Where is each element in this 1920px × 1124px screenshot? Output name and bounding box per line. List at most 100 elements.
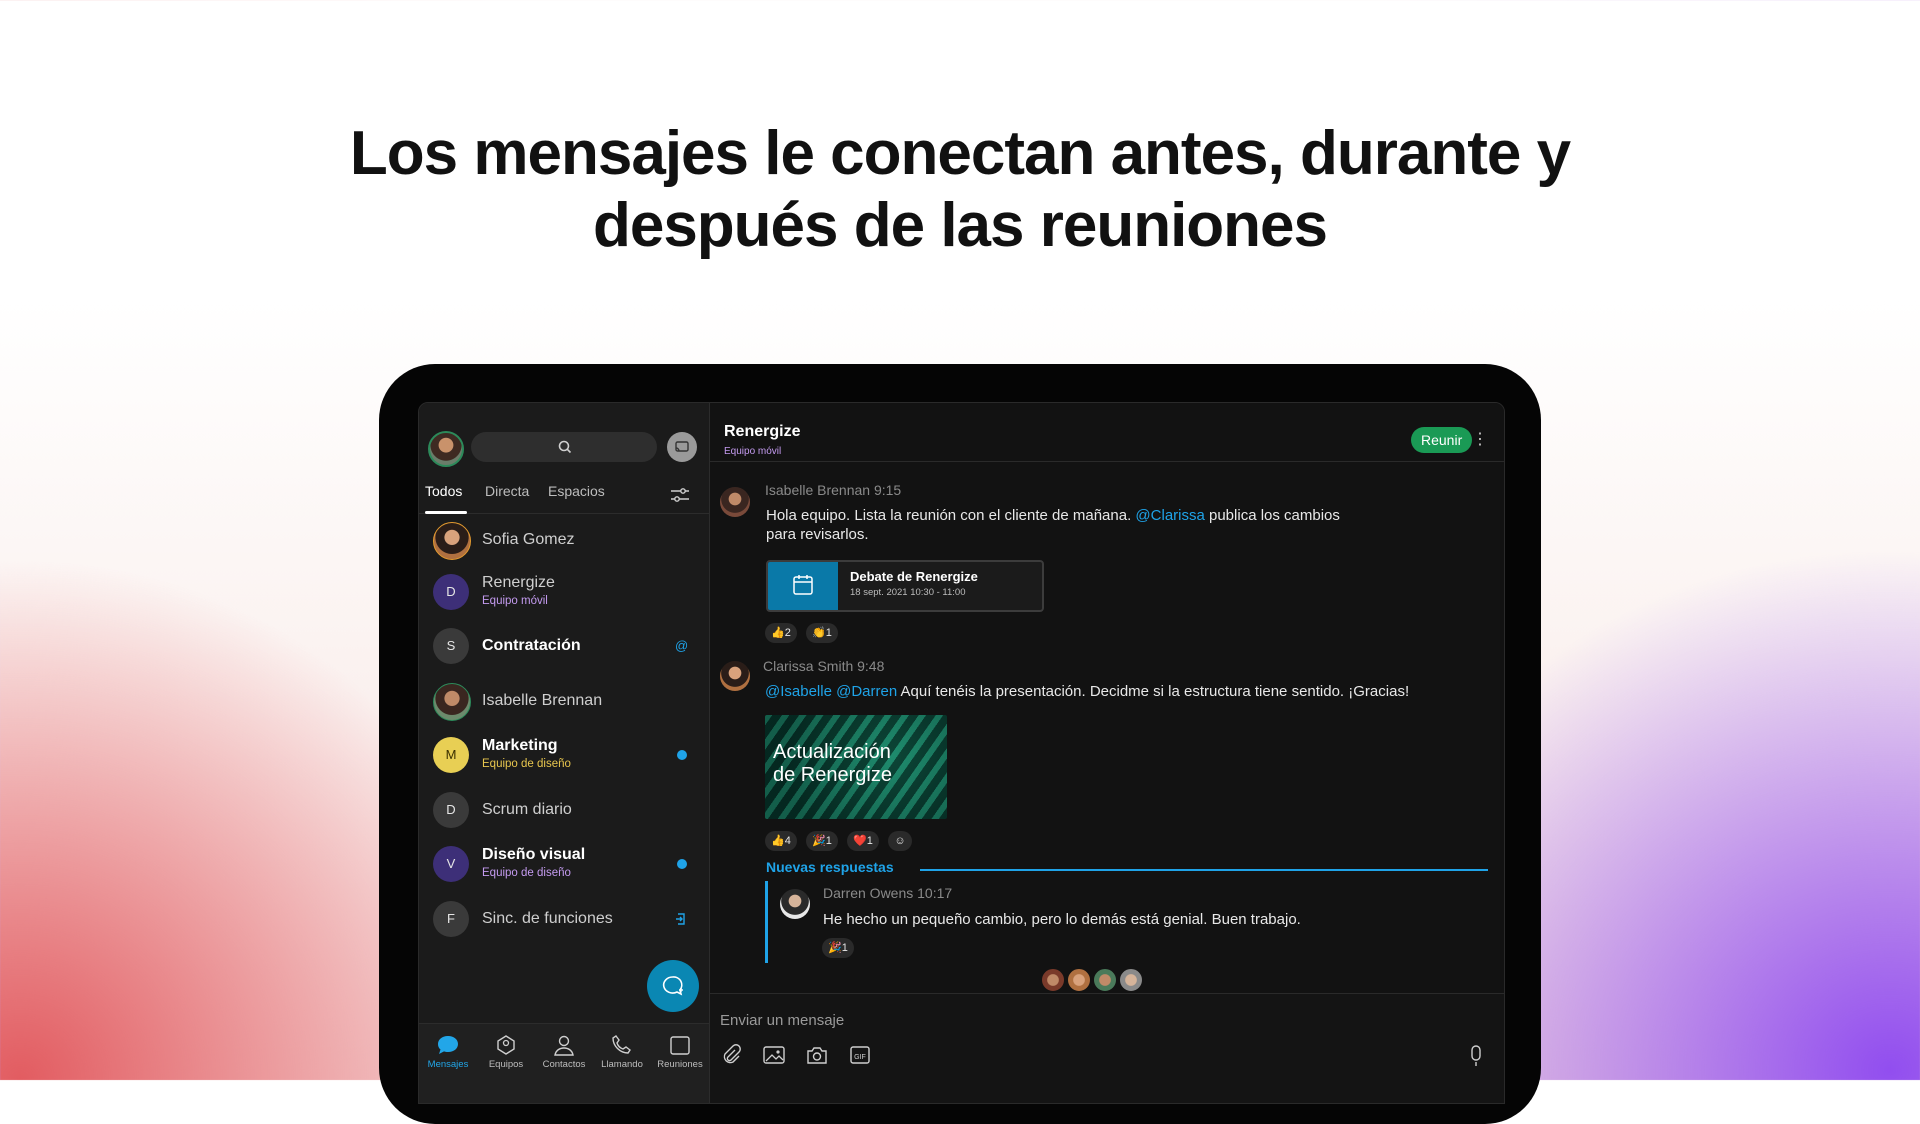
presentation-title-line: Actualización: [773, 741, 891, 763]
avatar: [433, 522, 471, 560]
space-item-scrum-diario[interactable]: D Scrum diario: [419, 784, 709, 836]
nav-reuniones[interactable]: Reuniones: [651, 1034, 709, 1070]
space-item-renergize[interactable]: D Renergize Equipo móvil: [419, 566, 709, 618]
search-field[interactable]: [471, 432, 657, 462]
avatar: D: [433, 574, 469, 610]
avatar: S: [433, 628, 469, 664]
message-text: Hola equipo. Lista la reunión con el cli…: [766, 506, 1406, 544]
space-name: Contratación: [482, 637, 581, 654]
add-reaction-icon[interactable]: ☺: [888, 831, 912, 851]
mention-link[interactable]: @Isabelle: [765, 683, 832, 700]
mention-link[interactable]: @Clarissa: [1135, 507, 1204, 524]
microphone-icon[interactable]: [1468, 1044, 1484, 1068]
filter-icon[interactable]: [669, 485, 691, 505]
read-receipt-avatar: [1067, 968, 1091, 992]
meeting-card-icon-area: [768, 562, 838, 610]
message-text-part: para revisarlos.: [766, 526, 869, 543]
message-text: @Isabelle @Darren Aquí tenéis la present…: [765, 682, 1409, 701]
meeting-card[interactable]: Debate de Renergize 18 sept. 2021 10:30 …: [766, 560, 1044, 612]
reaction-chip[interactable]: 👍2: [765, 623, 797, 643]
svg-text:GIF: GIF: [854, 1054, 866, 1061]
reaction-chip[interactable]: 👍4: [765, 831, 797, 851]
reaction-chip[interactable]: ❤️1: [847, 831, 879, 851]
meet-button[interactable]: Reunir: [1411, 427, 1473, 453]
read-receipt-avatar: [1119, 968, 1143, 992]
meeting-date: 18 sept. 2021 10:30 - 11:00: [850, 587, 966, 598]
presentation-title-line: de Renergize: [773, 764, 892, 786]
reaction-chip[interactable]: 🎉1: [822, 938, 854, 958]
avatar-isabelle[interactable]: [720, 487, 750, 517]
space-team: Equipo móvil: [724, 446, 782, 457]
nav-contactos[interactable]: Contactos: [535, 1034, 593, 1070]
mention-link[interactable]: @Darren: [836, 683, 897, 700]
more-options-icon[interactable]: ⋮: [1472, 429, 1488, 449]
avatar-clarissa[interactable]: [720, 661, 750, 691]
headline: Los mensajes le conectan antes, durante …: [0, 118, 1920, 262]
reaction-chip[interactable]: 👏1: [806, 623, 838, 643]
tab-directa[interactable]: Directa: [485, 483, 529, 499]
message-author-time: Isabelle Brennan 9:15: [765, 482, 902, 498]
space-team: Equipo de diseño: [482, 867, 571, 879]
search-icon: [558, 440, 572, 454]
nav-label: Equipos: [488, 1059, 524, 1070]
message-author-time: Darren Owens 10:17: [823, 885, 953, 901]
avatar: M: [433, 737, 469, 773]
cast-button[interactable]: [667, 432, 697, 462]
space-item-marketing[interactable]: M Marketing Equipo de diseño: [419, 729, 709, 781]
message-text-part: publica los cambios: [1204, 507, 1340, 524]
tab-espacios[interactable]: Espacios: [548, 483, 605, 499]
phone-icon: [612, 1035, 631, 1054]
new-chat-icon: [662, 976, 683, 996]
read-receipt-avatar: [1041, 968, 1065, 992]
read-receipt-avatar: [1093, 968, 1117, 992]
avatar: [433, 683, 471, 721]
reaction-chip[interactable]: 🎉1: [806, 831, 838, 851]
space-item-isabelle-brennan[interactable]: Isabelle Brennan: [419, 675, 709, 727]
space-name: Renergize: [482, 574, 555, 591]
nav-llamando[interactable]: Llamando: [593, 1034, 651, 1070]
avatar-darren[interactable]: [780, 889, 810, 919]
tab-todos[interactable]: Todos: [425, 483, 462, 499]
nav-label: Llamando: [601, 1059, 643, 1070]
nav-label: Reuniones: [657, 1059, 703, 1070]
avatar: D: [433, 792, 469, 828]
nav-label: Contactos: [542, 1059, 586, 1070]
space-name: Scrum diario: [482, 801, 572, 818]
headline-line-2: después de las reuniones: [592, 191, 1328, 260]
space-header: Renergize Equipo móvil Reunir ⋮: [710, 403, 1504, 462]
gif-icon[interactable]: GIF: [848, 1044, 872, 1066]
chat-bubble-icon: [438, 1036, 458, 1054]
message-text-part: Hola equipo. Lista la reunión con el cli…: [766, 507, 1136, 524]
space-team: Equipo móvil: [482, 595, 548, 607]
nav-label: Mensajes: [427, 1059, 469, 1070]
space-name: Sinc. de funciones: [482, 910, 613, 927]
conversation-panel: Renergize Equipo móvil Reunir ⋮ Isabelle…: [710, 403, 1504, 1103]
teams-icon: [497, 1035, 515, 1055]
image-icon[interactable]: [762, 1044, 786, 1066]
presentation-title: Actualización de Renergize: [773, 741, 892, 787]
space-name: Isabelle Brennan: [482, 692, 603, 709]
app-screen: Todos Directa Espacios Sofia Gomez D Ren…: [418, 402, 1505, 1104]
attach-icon[interactable]: [720, 1044, 742, 1066]
user-avatar[interactable]: [428, 431, 464, 467]
mention-indicator: @: [675, 638, 689, 653]
space-title: Renergize: [724, 423, 801, 440]
unread-dot: [677, 859, 687, 869]
bottom-navigation: Mensajes Equipos Contactos Llamando Reun…: [419, 1023, 709, 1103]
message-input[interactable]: Enviar un mensaje: [720, 1012, 844, 1029]
calendar-icon: [670, 1036, 690, 1055]
nav-mensajes[interactable]: Mensajes: [419, 1034, 477, 1070]
message-text-part: Aquí tenéis la presentación. Decidme si …: [897, 683, 1410, 700]
space-team: Equipo de diseño: [482, 758, 571, 770]
space-name: Sofia Gomez: [482, 531, 575, 548]
nav-equipos[interactable]: Equipos: [477, 1034, 535, 1070]
space-item-sofia-gomez[interactable]: Sofia Gomez: [419, 514, 709, 566]
space-item-sinc-funciones[interactable]: F Sinc. de funciones: [419, 893, 709, 945]
presentation-thumbnail[interactable]: Actualización de Renergize: [765, 715, 947, 819]
new-message-button[interactable]: [647, 960, 699, 1012]
contact-icon: [554, 1035, 574, 1056]
space-item-diseno-visual[interactable]: V Diseño visual Equipo de diseño: [419, 838, 709, 890]
camera-icon[interactable]: [805, 1044, 829, 1066]
space-item-contratacion[interactable]: S Contratación @: [419, 620, 709, 672]
new-replies-label: Nuevas respuestas: [766, 859, 894, 875]
